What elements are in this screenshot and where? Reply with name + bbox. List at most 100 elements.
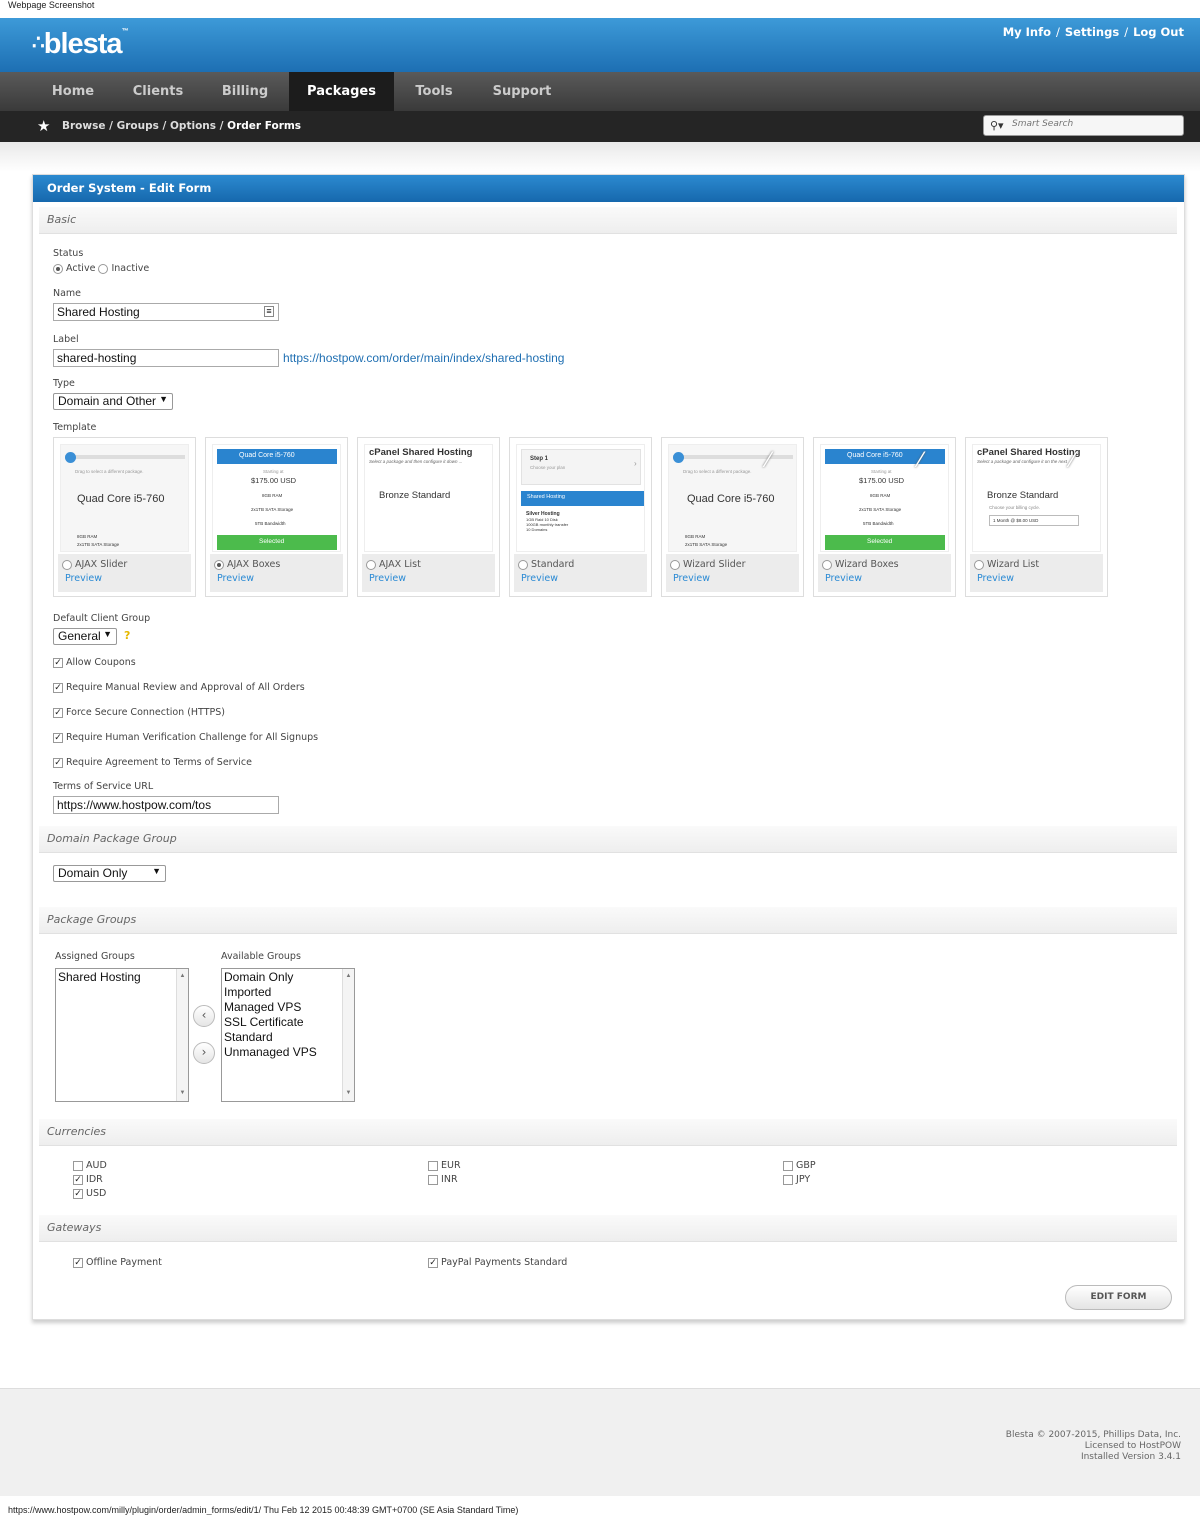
search-input[interactable] (1012, 119, 1172, 129)
nav-billing[interactable]: Billing (209, 72, 281, 111)
currency-aud[interactable]: AUD (73, 1160, 107, 1171)
template-option[interactable]: Wizard List (974, 559, 1039, 570)
status-active-radio[interactable] (53, 263, 63, 274)
currency-usd[interactable]: ✓ USD (73, 1188, 106, 1199)
assigned-groups-list[interactable]: Shared Hosting ▲ ▼ (55, 968, 189, 1102)
type-select[interactable]: Domain and Other ▼ (53, 393, 173, 410)
status-inactive-radio[interactable] (98, 263, 109, 274)
checkbox[interactable]: ✓ (73, 1174, 83, 1185)
template-card-standard[interactable]: Step 1 Choose your plan › Shared Hosting… (509, 437, 652, 597)
settings-link[interactable]: Settings (1065, 25, 1119, 39)
list-item[interactable]: Standard (224, 1030, 352, 1045)
list-item[interactable]: SSL Certificate (224, 1015, 352, 1030)
smart-search[interactable]: ⚲▾ (983, 115, 1184, 136)
nav-home[interactable]: Home (36, 72, 110, 111)
checkbox[interactable] (73, 1160, 83, 1171)
template-radio[interactable] (366, 559, 376, 570)
option-terms-agreement[interactable]: ✓ Require Agreement to Terms of Service (53, 757, 252, 768)
sample-hint: Starting at (871, 469, 892, 474)
option-allow-coupons[interactable]: ✓ Allow Coupons (53, 657, 136, 668)
template-card-ajax-boxes[interactable]: Quad Core i5-760 Starting at $175.00 USD… (205, 437, 348, 597)
star-icon[interactable]: ★ (37, 117, 50, 135)
checkbox[interactable]: ✓ (53, 707, 63, 718)
order-url-link[interactable]: https://hostpow.com/order/main/index/sha… (283, 351, 564, 365)
scrollbar[interactable]: ▲ ▼ (342, 969, 354, 1101)
nav-tools[interactable]: Tools (400, 72, 468, 111)
checkbox[interactable]: ✓ (53, 732, 63, 743)
template-radio[interactable] (974, 559, 984, 570)
checkbox[interactable]: ✓ (53, 657, 63, 668)
template-radio[interactable] (822, 559, 832, 570)
list-item[interactable]: Managed VPS (224, 1000, 352, 1015)
gateway-paypal[interactable]: ✓ PayPal Payments Standard (428, 1257, 567, 1268)
template-option[interactable]: AJAX Boxes (214, 559, 280, 570)
template-option[interactable]: AJAX Slider (62, 559, 127, 570)
sample-spec: 2x1TB SATA Storage (685, 542, 728, 547)
option-manual-review[interactable]: ✓ Require Manual Review and Approval of … (53, 682, 305, 693)
template-card-wizard-slider[interactable]: Drag to select a different package. Quad… (661, 437, 804, 597)
template-preview-link[interactable]: Preview (369, 573, 406, 584)
checkbox[interactable]: ✓ (53, 757, 63, 768)
template-preview-link[interactable]: Preview (977, 573, 1014, 584)
template-option[interactable]: Wizard Slider (670, 559, 746, 570)
domain-group-select[interactable]: Domain Only ▼ (53, 865, 166, 882)
checkbox[interactable]: ✓ (53, 682, 63, 693)
checkbox[interactable]: ✓ (73, 1257, 83, 1268)
currency-jpy[interactable]: JPY (783, 1174, 810, 1185)
checkbox[interactable]: ✓ (428, 1257, 438, 1268)
list-item[interactable]: Domain Only (224, 970, 352, 985)
currency-inr[interactable]: INR (428, 1174, 458, 1185)
nav-support[interactable]: Support (482, 72, 562, 111)
template-preview-link[interactable]: Preview (217, 573, 254, 584)
option-force-https[interactable]: ✓ Force Secure Connection (HTTPS) (53, 707, 225, 718)
list-item[interactable]: Unmanaged VPS (224, 1045, 352, 1060)
blesta-logo[interactable]: ∴blesta™ (32, 28, 129, 61)
template-radio[interactable] (62, 559, 72, 570)
log-out-link[interactable]: Log Out (1133, 25, 1184, 39)
label-field[interactable]: shared-hosting (53, 349, 279, 367)
sample-title: cPanel Shared Hosting (977, 447, 1081, 458)
template-option[interactable]: AJAX List (366, 559, 421, 570)
currency-gbp[interactable]: GBP (783, 1160, 816, 1171)
template-radio[interactable] (518, 559, 528, 570)
template-preview-link[interactable]: Preview (65, 573, 102, 584)
sample-spec: 8GB RAM (870, 493, 891, 498)
help-icon[interactable]: ? (124, 629, 130, 642)
template-card-wizard-boxes[interactable]: Quad Core i5-760 Starting at $175.00 USD… (813, 437, 956, 597)
list-item[interactable]: Shared Hosting (58, 970, 186, 985)
nav-packages[interactable]: Packages (289, 72, 394, 111)
template-option[interactable]: Wizard Boxes (822, 559, 899, 570)
client-group-select[interactable]: General ▼ (53, 628, 117, 645)
tos-url-field[interactable]: https://www.hostpow.com/tos (53, 796, 279, 814)
template-option[interactable]: Standard (518, 559, 574, 570)
edit-form-button[interactable]: EDIT FORM (1065, 1285, 1172, 1310)
my-info-link[interactable]: My Info (1003, 25, 1051, 39)
gateway-offline[interactable]: ✓ Offline Payment (73, 1257, 162, 1268)
template-preview-link[interactable]: Preview (825, 573, 862, 584)
nav-clients[interactable]: Clients (121, 72, 195, 111)
list-item[interactable]: Imported (224, 985, 352, 1000)
template-radio[interactable] (670, 559, 680, 570)
currency-code: AUD (86, 1160, 107, 1171)
currency-eur[interactable]: EUR (428, 1160, 461, 1171)
checkbox[interactable] (428, 1160, 438, 1171)
template-preview-link[interactable]: Preview (521, 573, 558, 584)
footer-text: Blesta © 2007-2015, Phillips Data, Inc. … (1006, 1430, 1181, 1463)
checkbox[interactable] (783, 1160, 793, 1171)
template-card-ajax-slider[interactable]: Drag to select a different package. Quad… (53, 437, 196, 597)
name-field[interactable]: Shared Hosting ≡ (53, 303, 279, 321)
breadcrumb-trail[interactable]: Browse / Groups / Options / (62, 120, 224, 132)
move-right-button[interactable]: › (193, 1042, 215, 1064)
template-radio[interactable] (214, 559, 224, 570)
checkbox[interactable] (428, 1174, 438, 1185)
checkbox[interactable] (783, 1174, 793, 1185)
template-card-ajax-list[interactable]: cPanel Shared Hosting Select a package a… (357, 437, 500, 597)
template-card-wizard-list[interactable]: cPanel Shared Hosting Select a package a… (965, 437, 1108, 597)
available-groups-list[interactable]: Domain Only Imported Managed VPS SSL Cer… (221, 968, 355, 1102)
template-preview-link[interactable]: Preview (673, 573, 710, 584)
scrollbar[interactable]: ▲ ▼ (176, 969, 188, 1101)
option-human-verification[interactable]: ✓ Require Human Verification Challenge f… (53, 732, 318, 743)
checkbox[interactable]: ✓ (73, 1188, 83, 1199)
currency-idr[interactable]: ✓ IDR (73, 1174, 103, 1185)
move-left-button[interactable]: ‹ (193, 1005, 215, 1027)
